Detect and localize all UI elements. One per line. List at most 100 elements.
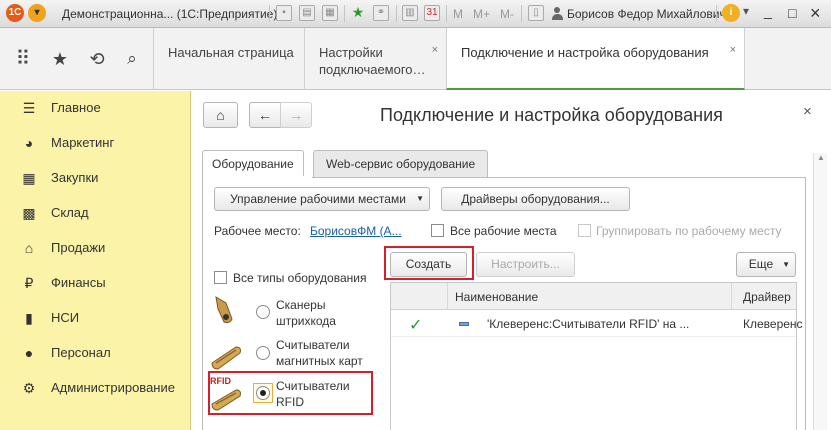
sidebar-item-nsi[interactable]: ▮ НСИ bbox=[0, 301, 190, 335]
equipment-drivers-button[interactable]: Драйверы оборудования... bbox=[441, 187, 630, 211]
basket-icon: ⌂ bbox=[24, 240, 34, 256]
all-types-label: Все типы оборудования bbox=[233, 271, 367, 285]
home-icon: ⌂ bbox=[216, 107, 225, 123]
highlight-rfid-selection bbox=[208, 371, 373, 415]
tab-home[interactable]: Начальная страница bbox=[153, 28, 304, 90]
tab-label: Начальная страница bbox=[168, 45, 294, 60]
tab-web-service[interactable]: Web-сервис оборудование bbox=[313, 150, 489, 177]
book-icon: ▮ bbox=[25, 310, 33, 326]
back-button[interactable]: ← bbox=[249, 102, 281, 128]
button-label: Управление рабочими местами bbox=[230, 192, 406, 206]
link-icon[interactable]: ⚭ bbox=[373, 5, 389, 21]
panels-icon[interactable]: ▯ bbox=[528, 5, 544, 21]
window-title: Демонстрационна... (1С:Предприятие) bbox=[62, 7, 278, 21]
tab-label: Настройки подключаемого… bbox=[319, 45, 426, 77]
sidebar: ☰ Главное ◕ Маркетинг ▦ Закупки ▩ Склад ⌂ Про… bbox=[0, 91, 191, 430]
all-workplaces-label: Все рабочие места bbox=[450, 224, 557, 238]
tab-label: Подключение и настройка оборудования bbox=[461, 45, 709, 60]
tab-connected-settings[interactable]: Настройки подключаемого… × bbox=[304, 28, 446, 90]
sidebar-item-marketing[interactable]: ◕ Маркетинг bbox=[0, 126, 190, 160]
configure-button[interactable]: Настроить... bbox=[476, 252, 575, 277]
1c-logo-icon[interactable]: 1С bbox=[6, 4, 24, 22]
tab-equipment-list[interactable]: Оборудование bbox=[202, 150, 304, 178]
forward-button[interactable]: → bbox=[280, 102, 312, 128]
info-menu-chevron-icon[interactable]: ▾ bbox=[743, 4, 749, 18]
manage-workplaces-button[interactable]: Управление рабочими местами ▼ bbox=[214, 187, 430, 211]
active-tab-joiner bbox=[203, 176, 312, 178]
sidebar-item-label: Финансы bbox=[51, 275, 106, 290]
pie-chart-icon: ◕ bbox=[24, 135, 34, 151]
group-by-workplace-label: Группировать по рабочему месту bbox=[596, 224, 782, 238]
radio-magnetic-readers[interactable] bbox=[256, 346, 270, 360]
arrow-left-icon: ← bbox=[258, 107, 272, 123]
sidebar-item-label: НСИ bbox=[51, 310, 80, 325]
user-name: Борисов Федор Михайлович bbox=[567, 7, 726, 21]
history-icon[interactable]: ⟲ bbox=[86, 48, 108, 70]
warehouse-grid-icon: ▩ bbox=[22, 205, 36, 221]
row-driver: Клеверенс bbox=[743, 317, 803, 331]
form-scrollbar[interactable]: ▲ bbox=[813, 153, 827, 430]
tab-close-icon[interactable]: × bbox=[432, 42, 438, 59]
device-type-barcode-label: Сканеры штрихкода bbox=[276, 298, 336, 328]
memory-mplus-button[interactable]: M+ bbox=[473, 7, 490, 21]
ruble-coin-icon: ₽ bbox=[24, 275, 34, 291]
all-workplaces-checkbox[interactable] bbox=[431, 224, 444, 237]
preview-icon[interactable]: ▦ bbox=[322, 5, 338, 21]
button-label: Еще bbox=[748, 257, 774, 271]
calculator-icon[interactable]: ▥ bbox=[402, 5, 418, 21]
sidebar-item-warehouse[interactable]: ▩ Склад bbox=[0, 196, 190, 230]
calendar-icon[interactable]: 31 bbox=[424, 5, 440, 21]
sidebar-item-label: Продажи bbox=[51, 240, 106, 255]
apps-grid-icon[interactable]: ⠿ bbox=[12, 48, 34, 70]
table-header: Наименование Драйвер bbox=[391, 283, 796, 310]
sidebar-item-label: Персонал bbox=[51, 345, 111, 360]
close-form-icon[interactable]: × bbox=[803, 103, 812, 120]
tab-label: Web-сервис оборудование bbox=[326, 157, 476, 171]
top-navigation: ⠿ ★ ⟲ ⌕ Начальная страница Настройки под… bbox=[0, 28, 831, 90]
tab-close-icon[interactable]: × bbox=[730, 42, 736, 59]
print-icon[interactable]: ▤ bbox=[299, 5, 315, 21]
cart-icon: ▦ bbox=[22, 170, 36, 186]
sidebar-item-label: Закупки bbox=[51, 170, 99, 185]
close-window-button[interactable]: × bbox=[810, 3, 821, 24]
group-by-workplace-checkbox[interactable] bbox=[578, 224, 591, 237]
sidebar-item-label: Главное bbox=[51, 100, 101, 115]
all-types-checkbox[interactable] bbox=[214, 271, 227, 284]
memory-mminus-button[interactable]: M- bbox=[500, 7, 514, 21]
sidebar-item-finance[interactable]: ₽ Финансы bbox=[0, 266, 190, 300]
minimize-button[interactable]: _ bbox=[764, 3, 772, 19]
tab-equipment[interactable]: Подключение и настройка оборудования × bbox=[446, 28, 745, 90]
sidebar-item-administration[interactable]: ⚙ Администрирование bbox=[0, 371, 190, 405]
barcode-scanner-icon bbox=[215, 296, 233, 324]
sidebar-item-sales[interactable]: ⌂ Продажи bbox=[0, 231, 190, 265]
more-button[interactable]: Еще ▼ bbox=[736, 252, 796, 277]
save-icon[interactable]: ▪ bbox=[276, 5, 292, 21]
info-icon[interactable]: i bbox=[722, 4, 740, 22]
search-icon[interactable]: ⌕ bbox=[121, 48, 143, 70]
row-name: 'Клеверенс:Считыватели RFID' на ... bbox=[487, 317, 690, 331]
sidebar-item-personnel[interactable]: ● Персонал bbox=[0, 336, 190, 370]
favorites-icon[interactable]: ★ bbox=[49, 48, 71, 70]
column-name-header[interactable]: Наименование bbox=[455, 290, 538, 304]
sidebar-item-main[interactable]: ☰ Главное bbox=[0, 91, 190, 125]
favorites-add-icon[interactable]: ★ bbox=[350, 5, 366, 21]
sidebar-item-purchases[interactable]: ▦ Закупки bbox=[0, 161, 190, 195]
radio-barcode-scanners[interactable] bbox=[256, 305, 270, 319]
workplace-link[interactable]: БорисовФМ (А... bbox=[310, 224, 402, 238]
window-titlebar: 1С ▾ Демонстрационна... (1С:Предприятие)… bbox=[0, 0, 831, 28]
sidebar-item-label: Склад bbox=[51, 205, 89, 220]
arrow-right-icon: → bbox=[289, 107, 303, 123]
dropdown-arrow-icon: ▼ bbox=[782, 260, 790, 269]
main-menu-button[interactable]: ▾ bbox=[28, 4, 46, 22]
home-button[interactable]: ⌂ bbox=[203, 102, 238, 128]
menu-icon: ☰ bbox=[22, 100, 36, 116]
maximize-button[interactable]: □ bbox=[788, 5, 796, 21]
sidebar-item-label: Администрирование bbox=[51, 380, 175, 395]
sidebar-item-label: Маркетинг bbox=[51, 135, 115, 150]
dropdown-arrow-icon: ▼ bbox=[416, 194, 424, 203]
tab-label: Оборудование bbox=[212, 157, 294, 171]
column-driver-header[interactable]: Драйвер bbox=[743, 290, 791, 304]
table-row[interactable]: ✓ 'Клеверенс:Считыватели RFID' на ... Кл… bbox=[391, 311, 803, 337]
memory-m-button[interactable]: M bbox=[453, 7, 463, 21]
magnetic-card-reader-icon bbox=[211, 346, 241, 370]
